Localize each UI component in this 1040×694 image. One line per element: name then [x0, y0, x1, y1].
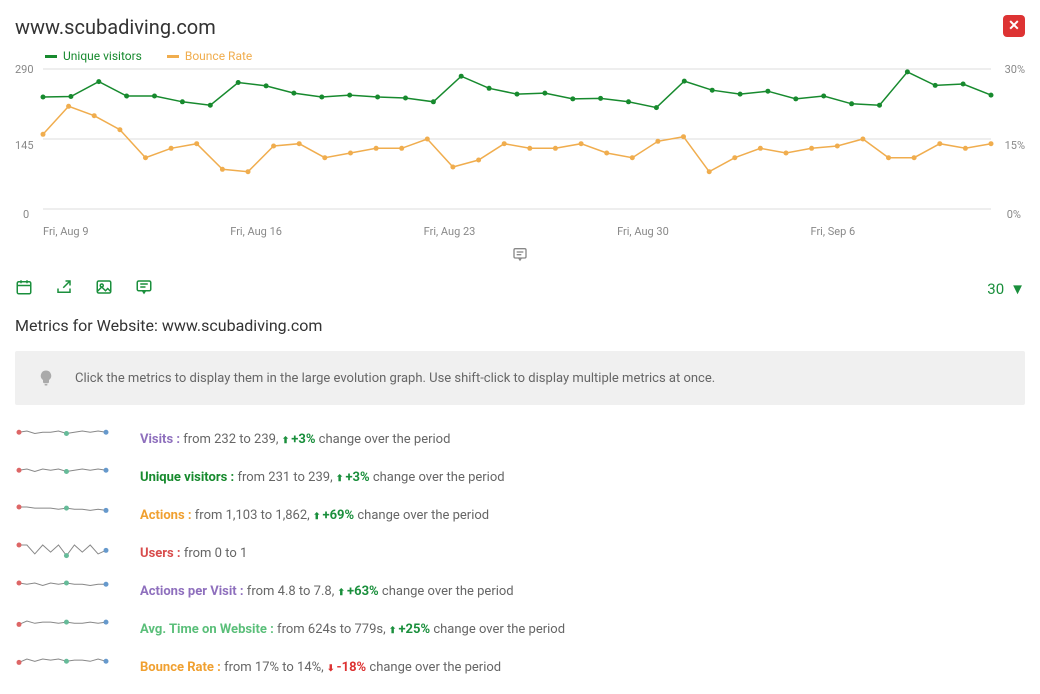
change-pct: +3% — [282, 432, 316, 447]
comment-icon[interactable] — [135, 278, 153, 300]
metric-name: Visits : — [140, 432, 180, 447]
calendar-icon[interactable] — [15, 278, 33, 300]
sparkline — [15, 579, 110, 603]
metric-row[interactable]: Avg. Time on Website : from 624s to 779s… — [15, 617, 1025, 641]
metric-text: Visits : from 232 to 239, +3% change ove… — [140, 432, 450, 447]
legend-label: Bounce Rate — [185, 49, 252, 63]
row-count-value: 30 — [987, 280, 1004, 298]
metric-row[interactable]: Visits : from 232 to 239, +3% change ove… — [15, 427, 1025, 451]
hint-bar: Click the metrics to display them in the… — [15, 351, 1025, 405]
change-pct: +25% — [389, 622, 430, 637]
y-left-min: 0 — [23, 208, 29, 221]
chart-legend: Unique visitors Bounce Rate — [15, 49, 1025, 63]
x-tick: Fri, Sep 6 — [811, 225, 856, 238]
x-axis-labels: Fri, Aug 9 Fri, Aug 16 Fri, Aug 23 Fri, … — [15, 225, 1025, 238]
metric-name: Users : — [140, 546, 181, 561]
sparkline — [15, 541, 110, 565]
page-title: www.scubadiving.com — [15, 15, 216, 39]
metric-range: from 17% to 14%, — [224, 660, 324, 675]
metric-name: Bounce Rate : — [140, 660, 221, 675]
image-icon[interactable] — [95, 278, 113, 300]
metric-text: Avg. Time on Website : from 624s to 779s… — [140, 622, 565, 637]
x-tick: Fri, Aug 9 — [43, 225, 89, 238]
metric-range: from 232 to 239, — [183, 432, 278, 447]
hint-text: Click the metrics to display them in the… — [75, 371, 715, 386]
change-suffix: change over the period — [382, 584, 514, 599]
legend-label: Unique visitors — [63, 49, 142, 63]
metric-range: from 1,103 to 1,862, — [195, 508, 310, 523]
sparkline — [15, 427, 110, 451]
main-chart[interactable]: 290 145 0 30% 15% 0% — [15, 67, 1025, 217]
y-right-max: 30% — [1005, 63, 1025, 76]
metric-row[interactable]: Actions : from 1,103 to 1,862, +69% chan… — [15, 503, 1025, 527]
export-icon[interactable] — [55, 278, 73, 300]
metric-name: Unique visitors : — [140, 470, 234, 485]
legend-item-bounce-rate[interactable]: Bounce Rate — [167, 49, 252, 63]
change-pct: +63% — [338, 584, 379, 599]
metrics-heading: Metrics for Website: www.scubadiving.com — [15, 316, 1025, 335]
lightbulb-icon — [37, 369, 55, 387]
y-left-max: 290 — [15, 63, 34, 76]
metric-row[interactable]: Unique visitors : from 231 to 239, +3% c… — [15, 465, 1025, 489]
sparkline — [15, 617, 110, 641]
y-right-mid: 15% — [1005, 139, 1025, 152]
row-count-selector[interactable]: 30 ▼ — [987, 280, 1025, 298]
metric-row[interactable]: Users : from 0 to 1 — [15, 541, 1025, 565]
y-right-min: 0% — [1007, 208, 1021, 221]
change-suffix: change over the period — [373, 470, 505, 485]
metric-row[interactable]: Bounce Rate : from 17% to 14%, -18% chan… — [15, 655, 1025, 679]
x-tick: Fri, Aug 23 — [424, 225, 476, 238]
y-left-mid: 145 — [15, 139, 34, 152]
sparkline — [15, 655, 110, 679]
legend-item-unique-visitors[interactable]: Unique visitors — [45, 49, 142, 63]
change-pct: +69% — [313, 508, 354, 523]
change-pct: +3% — [336, 470, 370, 485]
sparkline — [15, 465, 110, 489]
change-suffix: change over the period — [357, 508, 489, 523]
metric-text: Actions per Visit : from 4.8 to 7.8, +63… — [140, 584, 514, 599]
change-suffix: change over the period — [369, 660, 501, 675]
metric-name: Actions per Visit : — [140, 584, 244, 599]
metric-range: from 4.8 to 7.8, — [247, 584, 334, 599]
metric-range: from 231 to 239, — [237, 470, 332, 485]
x-tick: Fri, Aug 30 — [617, 225, 669, 238]
chevron-down-icon: ▼ — [1010, 280, 1025, 298]
change-suffix: change over the period — [433, 622, 565, 637]
legend-swatch — [45, 55, 57, 58]
metric-text: Actions : from 1,103 to 1,862, +69% chan… — [140, 508, 489, 523]
x-tick: Fri, Aug 16 — [230, 225, 282, 238]
metrics-list: Visits : from 232 to 239, +3% change ove… — [15, 427, 1025, 679]
metric-range: from 624s to 779s, — [277, 622, 386, 637]
sparkline — [15, 503, 110, 527]
change-pct: -18% — [327, 660, 366, 675]
metric-text: Bounce Rate : from 17% to 14%, -18% chan… — [140, 660, 501, 675]
metric-name: Actions : — [140, 508, 192, 523]
change-suffix: change over the period — [319, 432, 451, 447]
close-button[interactable]: ✕ — [1003, 15, 1025, 37]
chart-svg — [15, 67, 1025, 217]
metric-name: Avg. Time on Website : — [140, 622, 274, 637]
metric-text: Users : from 0 to 1 — [140, 546, 247, 561]
metric-range: from 0 to 1 — [184, 546, 247, 561]
annotation-icon[interactable] — [512, 251, 528, 266]
legend-swatch — [167, 55, 179, 58]
metric-row[interactable]: Actions per Visit : from 4.8 to 7.8, +63… — [15, 579, 1025, 603]
metric-text: Unique visitors : from 231 to 239, +3% c… — [140, 470, 505, 485]
